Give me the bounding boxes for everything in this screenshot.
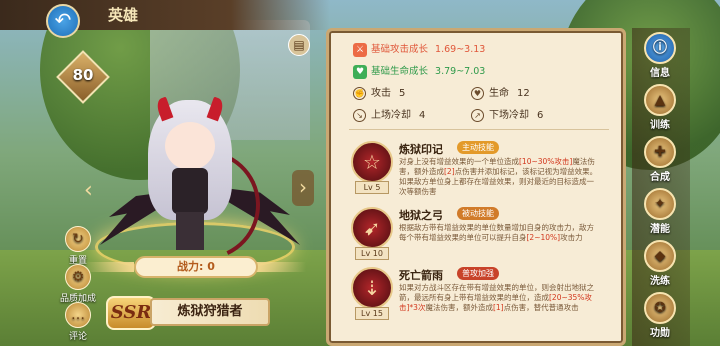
enter-arrow-icon: ↘ xyxy=(353,109,366,122)
character-legs xyxy=(176,212,204,250)
skill-card[interactable]: ☆ Lv 5 炼狱印记 主动技能 对身上没有增益效果的一个单位造成[10~30%… xyxy=(351,141,621,201)
prev-hero-arrow-icon[interactable]: ‹ xyxy=(84,178,93,203)
comment-button[interactable]: … 评论 xyxy=(56,302,100,342)
skill-description: 对身上没有增益效果的一个单位造成[10~30%攻击]魔法伤害，额外造成[2]点伤… xyxy=(399,157,599,197)
skill-type-tag: 被动技能 xyxy=(457,207,499,220)
nav-potential[interactable]: ✦ 潜能 xyxy=(636,188,684,235)
skill-level: Lv 10 xyxy=(355,247,389,260)
book-icon[interactable]: ▤ xyxy=(288,34,310,56)
pentagram-icon: ☆ xyxy=(351,141,393,183)
nav-merit[interactable]: ✪ 功勋 xyxy=(636,292,684,339)
stat-life-value: 12 xyxy=(517,88,530,99)
nav-train[interactable]: ▲ 训练 xyxy=(636,84,684,131)
nav-refine[interactable]: ◆ 洗练 xyxy=(636,240,684,287)
skill-level: Lv 15 xyxy=(355,307,389,320)
stat-attack-label: 攻击 xyxy=(371,88,391,99)
character-face xyxy=(165,122,215,170)
desc-text: 攻击力 xyxy=(560,233,583,242)
bow-icon: ➹ xyxy=(351,207,393,249)
stat-leave-cd-label: 下场冷却 xyxy=(489,110,529,121)
skill-type-tag: 主动技能 xyxy=(457,141,499,154)
attack-growth-row: ⚔ 基础攻击成长 1.69~3.13 xyxy=(353,43,485,57)
skill-type-tag: 普攻加强 xyxy=(457,267,499,280)
refine-icon: ◆ xyxy=(644,240,676,272)
nav-refine-label: 洗练 xyxy=(650,276,670,287)
nav-merge-label: 合成 xyxy=(650,172,670,183)
desc-highlight: [2~10%] xyxy=(526,233,561,242)
nav-merit-label: 功勋 xyxy=(650,328,670,339)
skill-card[interactable]: ⇣ Lv 15 死亡箭雨 普攻加强 如果对方战斗区存在带有增益效果的单位，则会射… xyxy=(351,267,621,337)
desc-highlight: [10~30%攻击] xyxy=(519,157,573,166)
stat-leave-cooldown: ↗ 下场冷却 6 xyxy=(471,109,543,123)
nav-info[interactable]: ⓘ 信息 xyxy=(636,32,684,79)
comment-label: 评论 xyxy=(68,332,87,342)
stat-enter-cooldown: ↘ 上场冷却 4 xyxy=(353,109,425,123)
stat-enter-cd-label: 上场冷却 xyxy=(371,110,411,121)
hero-detail-panel: ⚔ 基础攻击成长 1.69~3.13 ♥ 基础生命成长 3.79~7.03 ✊ 攻击 5… xyxy=(326,28,626,346)
fist-icon: ✊ xyxy=(353,87,366,100)
back-arrow-icon: ↶ xyxy=(54,8,72,32)
attack-growth-label: 基础攻击成长 xyxy=(371,44,429,55)
desc-text: 对身上没有增益效果的一个单位造成 xyxy=(399,157,519,166)
stat-leave-cd-value: 6 xyxy=(537,110,544,121)
heart-icon: ♥ xyxy=(353,65,367,79)
level-value: 80 xyxy=(72,66,94,84)
desc-text: 点伤害，替代普通攻击 xyxy=(503,303,579,312)
skill-level: Lv 5 xyxy=(355,181,389,194)
stat-attack-value: 5 xyxy=(399,88,406,99)
medal-icon: ✪ xyxy=(644,292,676,324)
attack-growth-icon: ⚔ xyxy=(353,43,367,57)
reset-icon: ↻ xyxy=(65,226,91,252)
skill-name: 炼狱印记 xyxy=(399,143,443,156)
skill-name: 死亡箭雨 xyxy=(399,269,443,282)
potential-icon: ✦ xyxy=(644,188,676,220)
nav-info-label: 信息 xyxy=(650,68,670,79)
desc-highlight: [2] xyxy=(444,167,455,176)
power-decoration xyxy=(84,262,134,272)
skill-card[interactable]: ➹ Lv 10 地狱之弓 被动技能 根据敌方带有增益效果的单位数量增加自身的攻击… xyxy=(351,207,621,263)
reset-button[interactable]: ↻ 重置 xyxy=(56,226,100,266)
stat-life: ♥ 生命 12 xyxy=(471,87,530,101)
page-title: 英雄 xyxy=(108,6,139,24)
train-icon: ▲ xyxy=(644,84,676,116)
skill-name: 地狱之弓 xyxy=(399,209,443,222)
skill-description: 根据敌方带有增益效果的单位数量增加自身的攻击力，敌方每个带有增益效果的单位可以提… xyxy=(399,223,599,243)
chat-icon: … xyxy=(65,302,91,328)
right-nav: ⓘ 信息 ▲ 训练 ✚ 合成 ✦ 潜能 ◆ 洗练 ✪ 功勋 xyxy=(636,28,684,346)
arrow-rain-icon: ⇣ xyxy=(351,267,393,309)
hp-growth-value: 3.79~7.03 xyxy=(435,66,486,77)
hp-growth-row: ♥ 基础生命成长 3.79~7.03 xyxy=(353,65,485,79)
power-decoration xyxy=(256,262,306,272)
character-body xyxy=(172,168,208,214)
nav-train-label: 训练 xyxy=(650,120,670,131)
skill-description: 如果对方战斗区存在带有增益效果的单位，则会射出地狱之箭，最远所有身上带有增益效果… xyxy=(399,283,599,313)
hero-name: 炼狱狩猎者 xyxy=(150,298,270,326)
stat-life-label: 生命 xyxy=(489,88,509,99)
hero-screen: ↶ 英雄 80 ↻ 重置 ⚙ 品质加成 … 评论 ‹ › ▤ 战力: 0 SSR… xyxy=(0,0,720,346)
rarity-badge: SSR xyxy=(106,296,156,330)
desc-highlight: [1] xyxy=(492,303,504,312)
next-hero-arrow-icon[interactable]: › xyxy=(292,170,314,206)
power-value: 战力: 0 xyxy=(134,256,258,278)
hp-growth-label: 基础生命成长 xyxy=(371,66,429,77)
attack-growth-value: 1.69~3.13 xyxy=(435,44,486,55)
stat-attack: ✊ 攻击 5 xyxy=(353,87,405,101)
heart-outline-icon: ♥ xyxy=(471,87,484,100)
nav-merge[interactable]: ✚ 合成 xyxy=(636,136,684,183)
desc-text: 魔法伤害，额外造成 xyxy=(425,303,493,312)
stat-enter-cd-value: 4 xyxy=(419,110,426,121)
divider xyxy=(349,129,609,130)
nav-potential-label: 潜能 xyxy=(650,224,670,235)
leave-arrow-icon: ↗ xyxy=(471,109,484,122)
back-button[interactable]: ↶ xyxy=(46,4,80,38)
info-icon: ⓘ xyxy=(644,32,676,64)
merge-icon: ✚ xyxy=(644,136,676,168)
